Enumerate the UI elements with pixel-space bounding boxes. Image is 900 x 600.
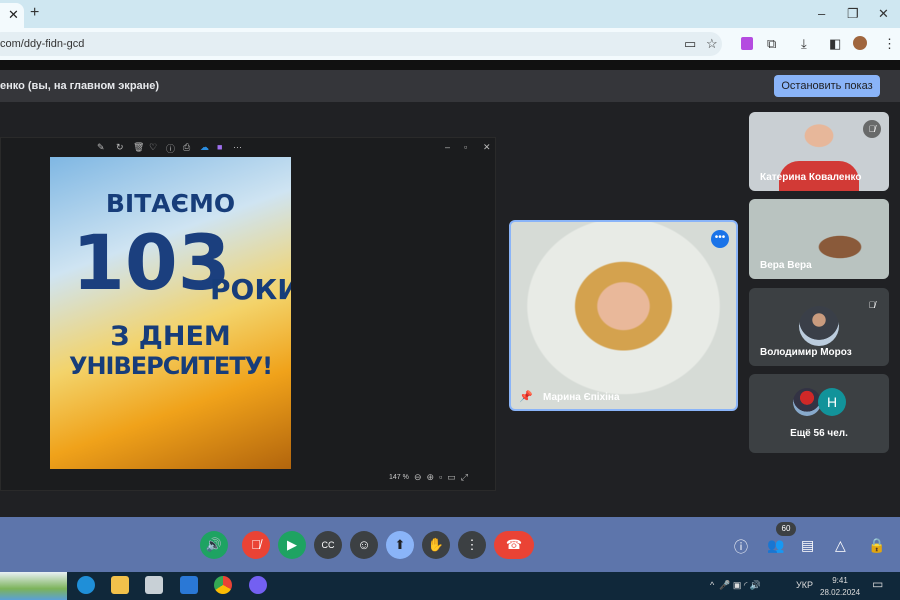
pinned-participant-video[interactable]: ••• 📌 Марина Єпіхіна (509, 220, 738, 411)
pin-icon[interactable]: 📌 (519, 390, 533, 403)
zoom-level: 147 % (389, 474, 409, 481)
more-icon: ⋯ (233, 142, 242, 152)
people-icon[interactable]: 👥 (767, 537, 784, 554)
chat-icon[interactable]: ▤ (801, 537, 814, 554)
mic-off-icon: 🎙̸ (863, 120, 881, 138)
more-participants-tile[interactable]: Н Ещё 56 чел. (749, 374, 889, 453)
tab-close-icon[interactable]: ✕ (8, 7, 19, 22)
poster-line4: УНІВЕРСИТЕТУ! (68, 352, 273, 380)
viewer-close-icon: ✕ (483, 142, 491, 152)
participants-count-badge: 60 (776, 522, 796, 536)
emoji-button[interactable]: ☺ (350, 531, 378, 559)
tab-bar (0, 0, 900, 28)
bookmark-star-icon[interactable]: ☆ (706, 36, 718, 52)
poster-years: РОКИ (210, 273, 291, 306)
participant-tile[interactable]: 🎙̸ Катерина Коваленко (749, 112, 889, 191)
edit-icon: ✎ (97, 142, 105, 152)
extension-icon[interactable] (741, 37, 753, 50)
presenting-text: енко (вы, на главном экране) (0, 80, 160, 92)
clipchamp-icon: ■ (217, 142, 223, 152)
avatar-letter: Н (818, 388, 846, 416)
maximize-button[interactable]: ❐ (847, 6, 859, 22)
zoom-controls-icons: ⊖ ⊕ ▫ ▭ ⤢ (414, 472, 468, 482)
edge-icon[interactable] (77, 576, 95, 594)
close-window-button[interactable]: ✕ (878, 6, 889, 22)
participant-tile[interactable]: 🎙̸ Володимир Мороз (749, 288, 889, 366)
participant-name: Марина Єпіхіна (543, 392, 620, 403)
print-icon: ⎙ (183, 142, 191, 152)
info-icon[interactable]: ⓘ (734, 537, 748, 557)
new-tab-button[interactable]: + (30, 4, 39, 22)
rotate-icon: ↻ (116, 142, 124, 152)
language-indicator[interactable]: УКР (796, 580, 813, 590)
meeting-controls-bar (0, 517, 900, 572)
viewer-maximize-icon: ▫ (464, 142, 468, 152)
raise-hand-button[interactable]: ✋ (422, 531, 450, 559)
photos-icon[interactable] (180, 576, 198, 594)
activities-icon[interactable]: △ (835, 537, 846, 554)
taskbar (0, 572, 900, 600)
profile-avatar[interactable] (853, 36, 867, 50)
app-icon[interactable] (145, 576, 163, 594)
leave-call-button[interactable]: ☎ (494, 531, 534, 559)
poster-number: 103 (72, 218, 231, 307)
avatar (799, 306, 839, 346)
download-icon[interactable]: ⤓ (801, 36, 807, 52)
participant-name: Володимир Мороз (760, 347, 852, 358)
poster-line3: З ДНЕМ (110, 321, 231, 352)
viber-icon[interactable] (249, 576, 267, 594)
more-count-label: Ещё 56 чел. (790, 428, 848, 439)
menu-icon[interactable]: ⋮ (883, 36, 896, 52)
more-options-icon[interactable]: ••• (711, 230, 729, 248)
start-image[interactable] (0, 572, 67, 600)
minimize-button[interactable]: – (818, 6, 825, 21)
stop-presenting-button[interactable]: Остановить показ (774, 75, 880, 97)
camera-icon[interactable]: ▭ (684, 36, 696, 52)
mic-off-button[interactable]: 🎙̸ (242, 531, 270, 559)
tray-icons[interactable]: ^ 🎤 ▣ ◜ 🔊 (710, 580, 761, 591)
speaker-button[interactable]: 🔊 (200, 531, 228, 559)
address-bar[interactable]: com/ddy-fidn-gcd (0, 32, 722, 56)
avatar (793, 388, 821, 416)
poster-greeting: ВІТАЄМО (105, 189, 236, 218)
info-icon: ⓘ (166, 144, 176, 154)
time: 9:41 (832, 576, 848, 585)
anniversary-poster: ВІТАЄМО 103 РОКИ З ДНЕМ УНІВЕРСИТЕТУ! (50, 157, 291, 469)
divider (0, 60, 900, 70)
participant-tile[interactable]: Вера Вера (749, 199, 889, 279)
participant-name: Вера Вера (760, 260, 812, 271)
host-controls-icon[interactable]: 🔒 (868, 537, 885, 554)
captions-button[interactable]: CC (314, 531, 342, 559)
delete-icon: 🗑 (133, 142, 145, 152)
onedrive-icon: ☁ (200, 142, 209, 152)
viewer-minimize-icon: – (445, 142, 451, 152)
clock[interactable]: 9:41 28.02.2024 (820, 575, 860, 599)
side-panel-icon[interactable]: ◧ (829, 36, 841, 52)
date: 28.02.2024 (820, 588, 861, 597)
extensions-puzzle-icon[interactable]: ⧉ (767, 36, 776, 52)
mic-off-icon: 🎙̸ (868, 300, 876, 310)
active-tab[interactable]: ✕ (0, 3, 24, 28)
camera-button[interactable]: ▶ (278, 531, 306, 559)
favorite-icon: ♡ (149, 142, 158, 152)
file-explorer-icon[interactable] (111, 576, 129, 594)
more-options-button[interactable]: ⋮ (458, 531, 486, 559)
participant-name: Катерина Коваленко (760, 172, 862, 183)
present-button[interactable]: ⬆ (386, 531, 414, 559)
notifications-icon[interactable]: ▭ (872, 577, 883, 591)
chrome-icon[interactable] (214, 576, 232, 594)
